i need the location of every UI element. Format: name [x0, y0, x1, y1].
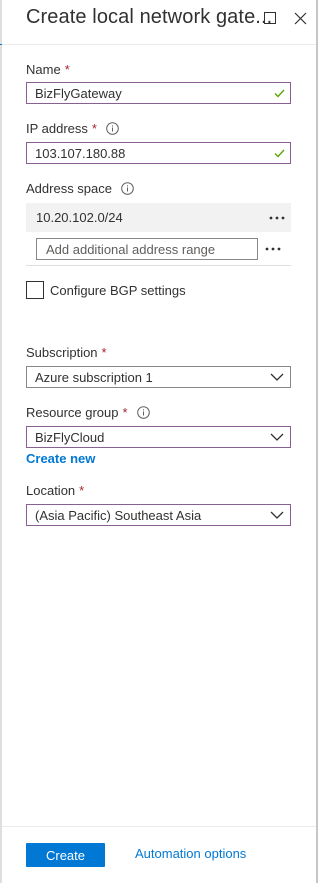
name-input-value: BizFlyGateway: [35, 85, 122, 101]
more-options-icon[interactable]: [263, 208, 291, 228]
configure-bgp-label: Configure BGP settings: [50, 282, 186, 298]
info-icon[interactable]: [136, 406, 150, 419]
checkmark-icon: [272, 86, 286, 100]
ip-address-label: IP address *: [26, 121, 119, 136]
create-new-resource-group-link[interactable]: Create new: [26, 451, 95, 466]
required-marker: *: [91, 121, 97, 136]
resource-group-dropdown[interactable]: BizFlyCloud: [26, 426, 291, 448]
chevron-down-icon: [266, 427, 288, 447]
subscription-label: Subscription *: [26, 345, 107, 360]
create-local-network-gateway-blade: Create local network gate... Name * BizF…: [0, 0, 318, 883]
address-space-label: Address space: [26, 181, 134, 196]
header-divider: [2, 44, 316, 45]
add-address-range-placeholder: Add additional address range: [46, 241, 216, 257]
maximize-button[interactable]: [260, 8, 280, 28]
automation-options-link[interactable]: Automation options: [135, 846, 246, 861]
blade-title: Create local network gate...: [26, 6, 273, 28]
info-icon[interactable]: [121, 182, 134, 195]
name-input[interactable]: BizFlyGateway: [26, 82, 291, 104]
blade-header: Create local network gate...: [0, 0, 318, 45]
configure-bgp-checkbox-row[interactable]: Configure BGP settings: [26, 281, 186, 299]
location-label-text: Location: [26, 483, 76, 498]
chevron-down-icon: [266, 505, 288, 525]
ip-address-input-value: 103.107.180.88: [35, 145, 126, 161]
required-marker: *: [79, 483, 85, 498]
add-address-range-input[interactable]: Add additional address range: [36, 238, 258, 260]
create-button[interactable]: Create: [26, 843, 105, 867]
maximize-icon: [264, 12, 276, 24]
ip-address-label-text: IP address: [26, 121, 88, 136]
address-range-value: 10.20.102.0/24: [36, 210, 123, 225]
location-label: Location *: [26, 483, 84, 498]
required-marker: *: [122, 405, 128, 420]
subscription-dropdown[interactable]: Azure subscription 1: [26, 366, 291, 388]
info-icon[interactable]: [106, 122, 119, 135]
configure-bgp-checkbox[interactable]: [26, 281, 44, 299]
resource-group-label-text: Resource group: [26, 405, 119, 420]
ip-address-input[interactable]: 103.107.180.88: [26, 142, 291, 164]
checkmark-icon: [272, 146, 286, 160]
address-space-divider: [26, 265, 291, 266]
more-options-icon[interactable]: [259, 239, 287, 259]
close-button[interactable]: [290, 8, 310, 28]
required-marker: *: [101, 345, 107, 360]
address-range-row[interactable]: 10.20.102.0/24: [26, 203, 291, 232]
subscription-label-text: Subscription: [26, 345, 98, 360]
address-space-label-text: Address space: [26, 181, 112, 196]
required-marker: *: [64, 62, 70, 77]
chevron-down-icon: [266, 367, 288, 387]
location-dropdown[interactable]: (Asia Pacific) Southeast Asia: [26, 504, 291, 526]
resource-group-label: Resource group *: [26, 405, 150, 420]
footer-divider: [2, 826, 316, 827]
location-value: (Asia Pacific) Southeast Asia: [35, 507, 202, 523]
header-accent: [0, 44, 2, 45]
subscription-value: Azure subscription 1: [35, 369, 153, 385]
close-icon: [294, 12, 306, 24]
resource-group-value: BizFlyCloud: [35, 429, 105, 445]
name-label: Name *: [26, 62, 70, 77]
name-label-text: Name: [26, 62, 61, 77]
